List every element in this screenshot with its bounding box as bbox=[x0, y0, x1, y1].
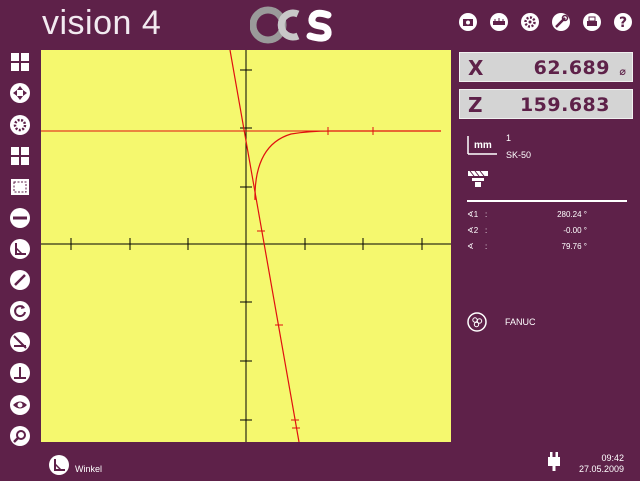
angle-1-label: ∢1 bbox=[467, 210, 479, 219]
unit-label: mm bbox=[474, 140, 492, 151]
rotate-icon[interactable] bbox=[9, 300, 31, 322]
x-value: 62.689 bbox=[533, 57, 610, 79]
grid-icon[interactable] bbox=[9, 51, 31, 73]
settings-gear-icon[interactable] bbox=[520, 12, 540, 32]
profile-name: SK-50 bbox=[506, 150, 532, 160]
z-readout: Z 159.683 bbox=[459, 89, 633, 119]
tool-holder-icon[interactable] bbox=[467, 170, 489, 188]
profile-contour bbox=[254, 130, 441, 201]
circle-detect-icon[interactable] bbox=[9, 114, 31, 136]
x-axis-label: X bbox=[468, 56, 484, 80]
unit-count: 1 bbox=[506, 133, 512, 143]
print-icon[interactable] bbox=[582, 12, 602, 32]
status-angle-icon bbox=[48, 454, 70, 476]
z-axis-label: Z bbox=[468, 93, 483, 117]
ocs-logo bbox=[249, 6, 334, 44]
angle-2-value: -0.00 ° bbox=[563, 226, 587, 235]
machine-name: FANUC bbox=[505, 317, 536, 327]
divider bbox=[467, 200, 627, 202]
measure-icon[interactable] bbox=[489, 12, 509, 32]
camera-icon[interactable] bbox=[458, 12, 478, 32]
machine-control-icon[interactable] bbox=[467, 312, 487, 332]
angle-row-3: ∢ : 79.76 ° bbox=[467, 242, 587, 251]
angle-3-label: ∢ bbox=[467, 242, 474, 251]
app-title: vision 4 bbox=[42, 4, 162, 42]
tools-icon[interactable] bbox=[551, 12, 571, 32]
x-readout: X 62.689 ⌀ bbox=[459, 52, 633, 82]
perpendicular-icon[interactable] bbox=[9, 362, 31, 384]
svg-text:?: ? bbox=[619, 15, 627, 31]
angle-3-value: 79.76 ° bbox=[561, 242, 587, 251]
status-time: 09:42 bbox=[601, 453, 624, 463]
line-icon[interactable] bbox=[9, 207, 31, 229]
measurement-view[interactable] bbox=[41, 50, 451, 442]
angle-icon[interactable] bbox=[9, 238, 31, 260]
view-eye-icon[interactable] bbox=[9, 394, 31, 416]
angle-1-value: 280.24 ° bbox=[557, 210, 587, 219]
measured-edge-line bbox=[229, 50, 300, 442]
navigate-icon[interactable] bbox=[9, 82, 31, 104]
diameter-symbol: ⌀ bbox=[619, 65, 626, 78]
gauge-icon[interactable] bbox=[9, 269, 31, 291]
frame-icon[interactable] bbox=[9, 176, 31, 198]
zoom-icon[interactable] bbox=[9, 425, 31, 447]
power-plug-icon bbox=[546, 452, 562, 472]
z-value: 159.683 bbox=[519, 94, 610, 116]
status-mode: Winkel bbox=[75, 464, 103, 474]
intersect-icon[interactable] bbox=[9, 331, 31, 353]
angle-row-2: ∢2 : -0.00 ° bbox=[467, 226, 587, 235]
layout-icon[interactable] bbox=[9, 145, 31, 167]
angle-row-1: ∢1 : 280.24 ° bbox=[467, 210, 587, 219]
angle-2-label: ∢2 bbox=[467, 226, 479, 235]
help-icon[interactable]: ? bbox=[613, 12, 633, 32]
status-date: 27.05.2009 bbox=[578, 464, 624, 474]
